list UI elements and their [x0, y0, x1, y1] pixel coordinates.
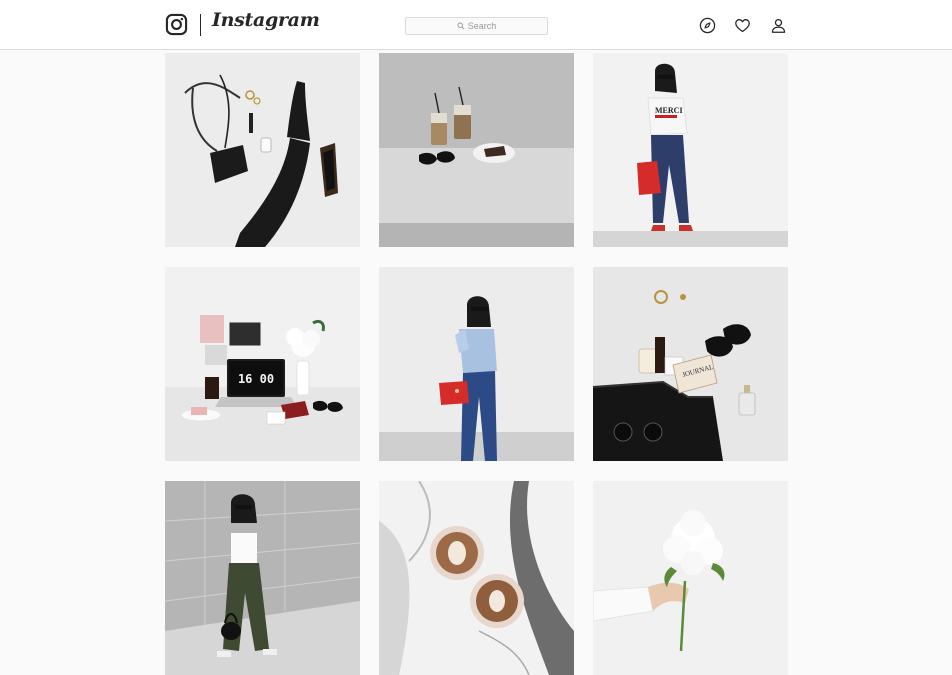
post-thumbnail[interactable] — [379, 53, 574, 247]
post-grid: MERCI 16 00 JOURNAL — [165, 53, 788, 675]
instagram-wordmark[interactable]: Instagram — [212, 9, 320, 31]
post-photo — [379, 53, 574, 247]
post-thumbnail[interactable] — [165, 481, 360, 675]
post-thumbnail[interactable]: MERCI — [593, 53, 788, 247]
search-placeholder: Search — [467, 21, 497, 31]
post-photo — [165, 481, 360, 675]
person-icon[interactable] — [770, 17, 787, 34]
post-thumbnail[interactable]: 16 00 — [165, 267, 360, 461]
heart-icon[interactable] — [734, 17, 751, 34]
tshirt-print: MERCI — [655, 106, 683, 115]
laptop-clock: 16 00 — [238, 372, 274, 386]
post-photo: 16 00 — [165, 267, 360, 461]
post-thumbnail[interactable] — [379, 481, 574, 675]
post-thumbnail[interactable]: JOURNAL — [593, 267, 788, 461]
post-photo — [379, 481, 574, 675]
post-photo: JOURNAL — [593, 267, 788, 461]
post-thumbnail[interactable] — [165, 53, 360, 247]
post-photo: MERCI — [593, 53, 788, 247]
instagram-glyph-icon[interactable] — [165, 13, 188, 36]
post-thumbnail[interactable] — [379, 267, 574, 461]
post-photo — [165, 53, 360, 247]
top-nav-bar: Instagram Search — [0, 0, 952, 50]
logo-divider — [200, 14, 201, 36]
post-thumbnail[interactable] — [593, 481, 788, 675]
post-photo — [593, 481, 788, 675]
search-icon — [457, 22, 465, 30]
post-photo — [379, 267, 574, 461]
compass-icon[interactable] — [699, 17, 716, 34]
search-input[interactable]: Search — [405, 17, 548, 35]
